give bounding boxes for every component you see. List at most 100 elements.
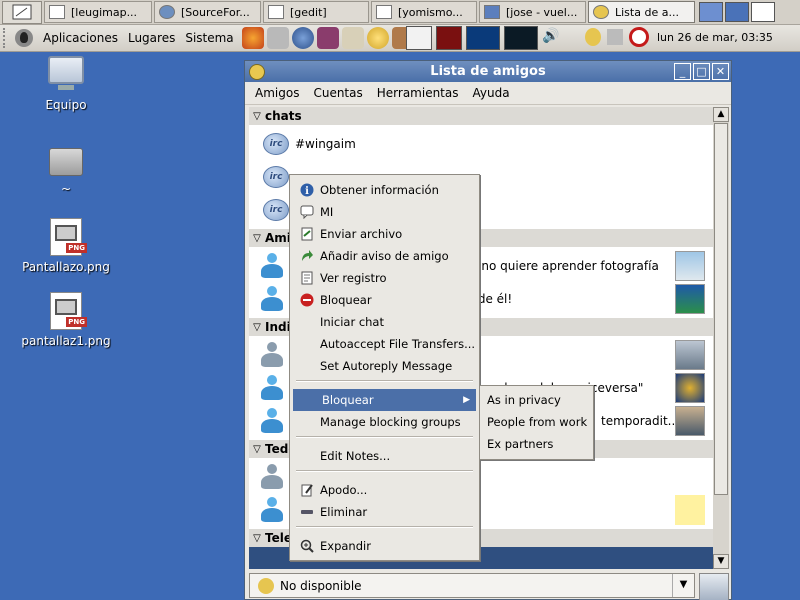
buddy-avatar (675, 372, 705, 403)
star-app-icon[interactable] (316, 27, 339, 49)
volume-icon[interactable]: 🔊 (542, 28, 562, 48)
png-file-icon: PNG (50, 218, 87, 256)
workspace-2[interactable] (751, 2, 775, 22)
menu-item-ver-registro[interactable]: Ver registro (291, 267, 478, 289)
menu-item-edit-notes[interactable]: Edit Notes... (291, 445, 478, 467)
task-label: [leugimap... (71, 5, 138, 19)
buddy-icon-selector[interactable] (699, 573, 729, 600)
maximize-button[interactable]: □ (693, 63, 710, 80)
png-file-icon: PNG (50, 292, 87, 330)
menu-item-spacer (299, 414, 315, 430)
pidgin-tray-icon[interactable] (585, 28, 601, 46)
menu-item-label: MI (320, 205, 334, 219)
submenu-item-privacy[interactable]: As in privacy (487, 389, 561, 411)
pdf-icon[interactable] (436, 26, 462, 50)
computer-icon (48, 56, 84, 90)
group-label: Tele (265, 531, 292, 545)
menu-item-set-autoreply[interactable]: Set Autoreply Message (291, 355, 478, 377)
inkscape-icon[interactable] (406, 26, 432, 50)
irc-icon: irc (263, 198, 289, 221)
task-button-jose[interactable]: [jose - vuel... (479, 1, 586, 23)
scroll-down-icon[interactable]: ▼ (713, 554, 729, 569)
desktop-icon-label: pantallaz1.png (21, 334, 111, 348)
file-manager-icon[interactable] (266, 27, 289, 49)
desktop-icon-pantallaz1[interactable]: PNG pantallaz1.png (16, 292, 116, 348)
send-file-icon (299, 226, 315, 242)
group-chats[interactable]: ▽ chats (249, 107, 713, 125)
task-button-yomismo[interactable]: [yomismo... (371, 1, 477, 23)
menu-herramientas[interactable]: Herramientas (377, 86, 459, 100)
menu-item-enviar-archivo[interactable]: Enviar archivo (291, 223, 478, 245)
menu-separator (296, 526, 473, 528)
menu-item-label: Obtener información (320, 183, 439, 197)
show-desktop-icon (12, 4, 32, 20)
menu-item-bloquear-submenu[interactable]: Bloquear ▶ (293, 389, 476, 411)
menu-lugares[interactable]: Lugares (128, 31, 175, 45)
network-monitor (504, 26, 538, 50)
menu-item-spacer (301, 392, 317, 408)
desktop-icon-equipo[interactable]: Equipo (16, 56, 116, 112)
power-icon[interactable] (629, 27, 649, 47)
group-label: chats (265, 109, 302, 123)
desktop-icon-home[interactable]: ~ (16, 148, 116, 196)
menu-item-expandir[interactable]: Expandir (291, 535, 478, 557)
menu-item-obtener-informacion[interactable]: i Obtener información (291, 179, 478, 201)
status-selector[interactable]: No disponible ▼ (249, 573, 695, 598)
menu-item-label: Bloquear (320, 293, 372, 307)
buddy-icon (259, 252, 285, 279)
menu-ayuda[interactable]: Ayuda (473, 86, 510, 100)
panel-handle[interactable] (3, 28, 9, 48)
panel-applets: 🔊 (406, 26, 562, 50)
submenu-item-work[interactable]: People from work (487, 411, 587, 433)
menu-item-spacer (299, 314, 315, 330)
menu-item-spacer (299, 336, 315, 352)
chevron-down-icon[interactable]: ▼ (672, 574, 694, 597)
menu-item-bloquear[interactable]: Bloquear (291, 289, 478, 311)
task-button-lista-de-amigos[interactable]: Lista de a... (588, 1, 695, 23)
notification-area: lun 26 de mar, 03:35 (585, 27, 773, 47)
menu-item-iniciar-chat[interactable]: Iniciar chat (291, 311, 478, 333)
menu-item-mi[interactable]: MI (291, 201, 478, 223)
menu-cuentas[interactable]: Cuentas (313, 86, 362, 100)
workspace-1[interactable] (725, 2, 749, 22)
menu-item-label: Eliminar (320, 505, 368, 519)
window-titlebar[interactable]: Lista de amigos _ □ ✕ (245, 61, 731, 82)
scroll-up-icon[interactable]: ▲ (713, 107, 729, 122)
network-icon[interactable] (291, 27, 314, 49)
menu-aplicaciones[interactable]: Aplicaciones (43, 31, 118, 45)
close-button[interactable]: ✕ (712, 63, 729, 80)
buddy-avatar (675, 283, 705, 314)
menu-item-spacer (299, 358, 315, 374)
menu-item-anadir-aviso[interactable]: Añadir aviso de amigo (291, 245, 478, 267)
firefox-icon[interactable] (241, 27, 264, 49)
mail-icon[interactable] (341, 27, 364, 49)
buddy-avatar (675, 405, 705, 436)
menu-item-manage-blocking[interactable]: Manage blocking groups (291, 411, 478, 433)
irc-icon: irc (263, 132, 289, 155)
minimize-button[interactable]: _ (674, 63, 691, 80)
task-button-leugimap[interactable]: [leugimap... (44, 1, 152, 23)
menu-item-autoaccept[interactable]: Autoaccept File Transfers... (291, 333, 478, 355)
menu-sistema[interactable]: Sistema (185, 31, 233, 45)
task-button-sourceforge[interactable]: [SourceFor... (154, 1, 261, 23)
workspace-switcher[interactable] (699, 2, 775, 22)
task-label: [gedit] (290, 5, 327, 19)
trash-icon[interactable] (699, 2, 723, 22)
menu-item-apodo[interactable]: Apodo... (291, 479, 478, 501)
network-tray-icon[interactable] (607, 29, 623, 45)
desktop-icon-pantallazo[interactable]: PNG Pantallazo.png (16, 218, 116, 274)
clock[interactable]: lun 26 de mar, 03:35 (657, 31, 773, 44)
scroll-thumb[interactable] (714, 123, 728, 495)
submenu-item-ex-partners[interactable]: Ex partners (487, 433, 553, 455)
emoticon-icon[interactable] (366, 27, 389, 49)
menu-item-eliminar[interactable]: Eliminar (291, 501, 478, 523)
scrollbar[interactable]: ▲ ▼ (713, 107, 729, 569)
edit-icon (299, 482, 315, 498)
desktop-icon-label: Equipo (45, 98, 87, 112)
zoom-icon (299, 538, 315, 554)
expander-icon: ▽ (253, 532, 261, 544)
task-button-gedit[interactable]: [gedit] (263, 1, 369, 23)
menu-amigos[interactable]: Amigos (255, 86, 299, 100)
chat-row[interactable]: irc #wingaim (249, 127, 713, 160)
show-desktop-button[interactable] (2, 0, 42, 24)
